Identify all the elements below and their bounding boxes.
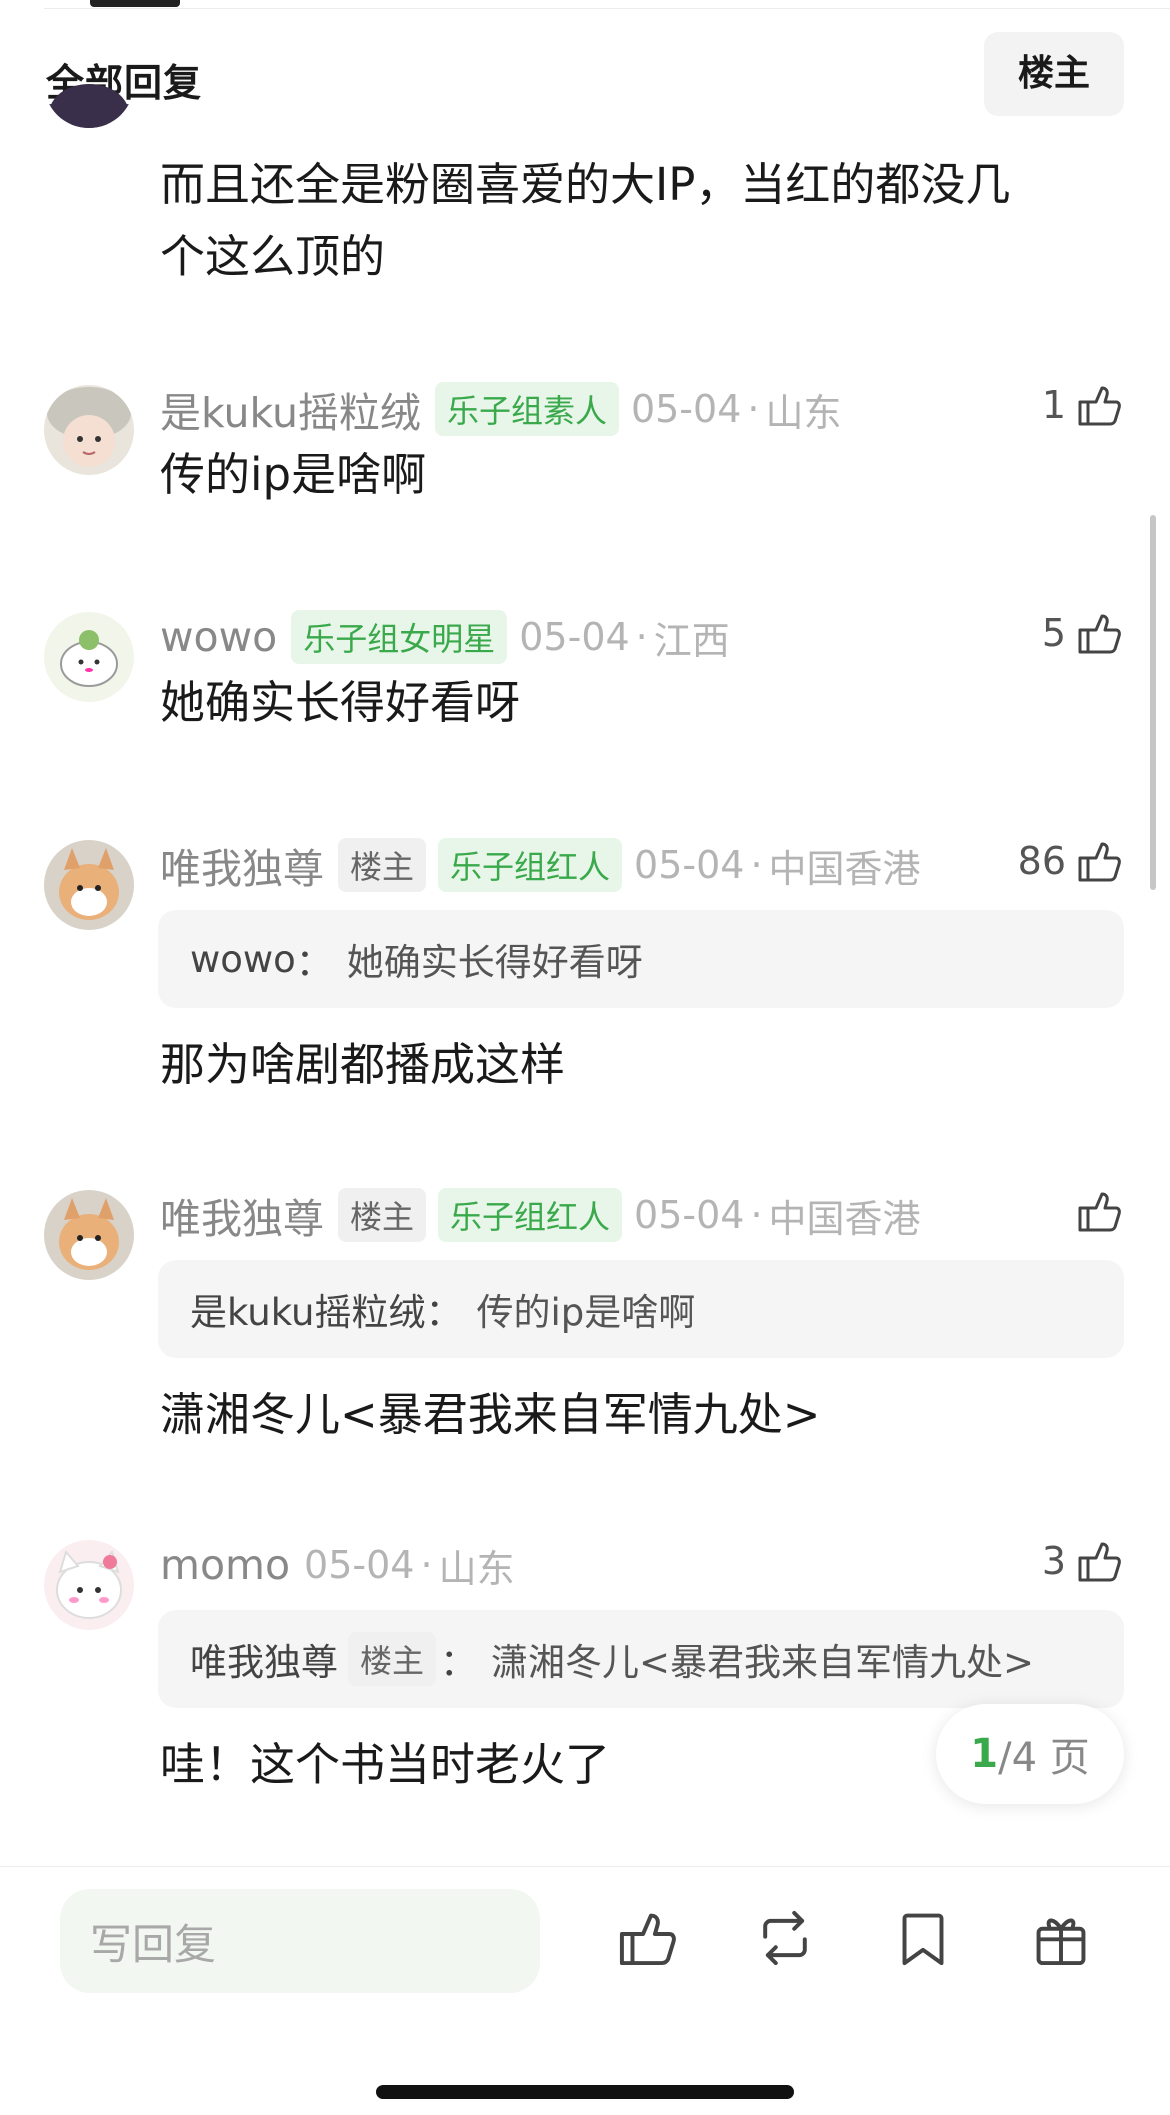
quoted-username: wowo (190, 937, 296, 981)
comment-text: 哇！这个书当时老火了 (160, 1738, 611, 1791)
comment-date: 05-04 (634, 1193, 745, 1237)
comment-date: 05-04 (630, 387, 742, 431)
replies-header: 全部回复 楼主 (0, 22, 1170, 122)
op-badge: 楼主 (338, 1188, 427, 1242)
comment-meta: 唯我独尊 楼主 乐子组红人 05-04 · 中国香港 (160, 838, 921, 893)
group-title-badge: 乐子组红人 (438, 1188, 623, 1242)
comment-location: 山东 (765, 390, 842, 435)
comment-text: 她确实长得好看呀 (160, 676, 521, 729)
op-badge: 楼主 (348, 1632, 437, 1686)
current-page: 1 (970, 1731, 999, 1777)
comment-meta: 唯我独尊 楼主 乐子组红人 05-04 · 中国香港 (160, 1188, 921, 1243)
repost-icon (752, 1905, 818, 1971)
page-indicator-button[interactable]: 1 /4 页 (936, 1704, 1124, 1804)
like-count: 3 (1041, 1539, 1066, 1583)
separator-dot: · (750, 843, 763, 887)
comment-meta: momo 05-04 · 山东 (160, 1540, 515, 1591)
thumbs-up-icon (614, 1905, 680, 1971)
quote-separator: ： (440, 1641, 478, 1684)
avatar[interactable] (44, 840, 134, 930)
comment-location: 中国香港 (768, 846, 921, 891)
avatar[interactable] (44, 385, 134, 475)
comment-text: 那为啥剧都播成这样 (160, 1038, 566, 1091)
op-badge: 楼主 (338, 838, 427, 892)
avatar[interactable] (44, 1540, 134, 1630)
like-button[interactable] (1066, 1186, 1124, 1236)
thumbs-up-icon (1074, 380, 1124, 430)
gift-button[interactable] (1028, 1905, 1094, 1971)
bookmark-button[interactable] (890, 1905, 956, 1971)
username[interactable]: 唯我独尊 (160, 835, 324, 895)
thumbs-up-icon (1074, 1186, 1124, 1236)
username[interactable]: wowo (160, 613, 277, 661)
thumbs-up-icon (1074, 608, 1124, 658)
op-only-filter-button[interactable]: 楼主 (984, 32, 1124, 116)
quoted-reply[interactable]: 是kuku摇粒绒 ： 传的ip是啥啊 (158, 1260, 1124, 1358)
comment-text: 个这么顶的 (160, 230, 386, 283)
comment-date: 05-04 (634, 843, 745, 887)
home-indicator[interactable] (376, 2085, 794, 2099)
comment-meta: wowo 乐子组女明星 05-04 · 江西 (160, 610, 730, 664)
scrollbar[interactable] (1150, 515, 1156, 890)
quoted-text: 潇湘冬儿<暴君我来自军情九处> (491, 1641, 1035, 1684)
bookmark-icon (890, 1905, 956, 1971)
like-button[interactable]: 86 (1018, 836, 1124, 886)
like-count: 1 (1041, 383, 1066, 427)
quoted-reply[interactable]: 唯我独尊 楼主 ： 潇湘冬儿<暴君我来自军情九处> (158, 1610, 1124, 1708)
comment-location: 山东 (438, 1546, 515, 1591)
username[interactable]: 是kuku摇粒绒 (160, 379, 421, 439)
quoted-username: 是kuku摇粒绒 (190, 1291, 426, 1334)
group-title-badge: 乐子组女明星 (291, 610, 508, 664)
like-post-button[interactable] (614, 1905, 680, 1971)
top-tab-indicator (90, 0, 180, 7)
username[interactable]: 唯我独尊 (160, 1185, 324, 1245)
like-button[interactable]: 1 (1042, 380, 1124, 430)
separator-dot: · (635, 615, 648, 659)
comment-location: 江西 (653, 618, 730, 663)
comment-text: 传的ip是啥啊 (160, 448, 427, 501)
quoted-reply[interactable]: wowo ： 她确实长得好看呀 (158, 910, 1124, 1008)
avatar[interactable] (44, 1190, 134, 1280)
separator-dot: · (747, 387, 760, 431)
reply-input[interactable]: 写回复 (60, 1889, 540, 1993)
total-pages: /4 页 (998, 1735, 1090, 1781)
username[interactable]: momo (160, 1541, 290, 1589)
divider (44, 8, 1170, 9)
avatar[interactable] (44, 612, 134, 702)
like-button[interactable]: 3 (1042, 1536, 1124, 1586)
quoted-text: 传的ip是啥啊 (476, 1291, 696, 1334)
quote-separator: ： (425, 1291, 463, 1334)
comment-text: 潇湘冬儿<暴君我来自军情九处> (160, 1388, 821, 1441)
quoted-username: 唯我独尊 (190, 1641, 338, 1684)
quote-separator: ： (295, 941, 333, 984)
comment-location: 中国香港 (768, 1196, 921, 1241)
like-button[interactable]: 5 (1042, 608, 1124, 658)
like-count: 5 (1041, 611, 1066, 655)
comment-date: 05-04 (519, 615, 630, 659)
separator-dot: · (420, 1543, 433, 1587)
comment-meta: 是kuku摇粒绒 乐子组素人 05-04 · 山东 (160, 382, 842, 437)
gift-icon (1028, 1905, 1094, 1971)
thumbs-up-icon (1074, 1536, 1124, 1586)
group-title-badge: 乐子组红人 (438, 838, 623, 892)
bottom-action-bar: 写回复 (0, 1866, 1170, 2115)
comment-text: 而且还全是粉圈喜爱的大IP，当红的都没几 (160, 158, 1011, 211)
separator-dot: · (750, 1193, 763, 1237)
like-count: 86 (1017, 839, 1066, 883)
group-title-badge: 乐子组素人 (434, 382, 619, 436)
repost-button[interactable] (752, 1905, 818, 1971)
comment-date: 05-04 (304, 1543, 415, 1587)
thumbs-up-icon (1074, 836, 1124, 886)
quoted-text: 她确实长得好看呀 (346, 941, 643, 984)
